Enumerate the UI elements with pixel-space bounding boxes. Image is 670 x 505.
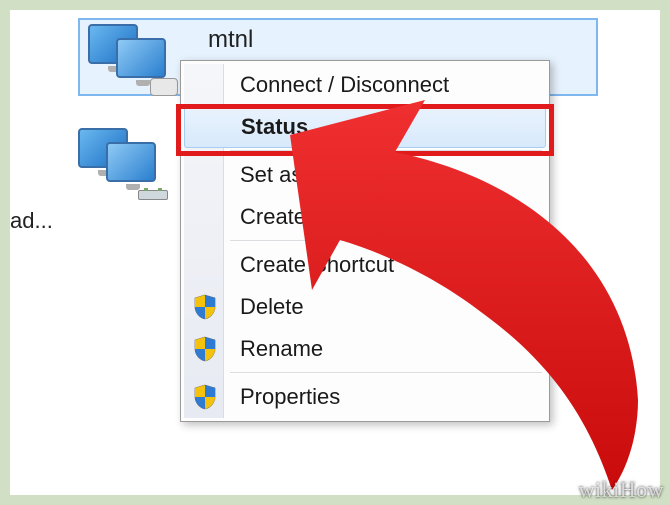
uac-shield-icon xyxy=(194,336,216,362)
menu-item-delete[interactable]: Delete xyxy=(184,286,546,328)
dialup-connection-icon xyxy=(88,24,174,92)
menu-item-create-shortcut[interactable]: Create Shortcut xyxy=(184,244,546,286)
menu-item-rename[interactable]: Rename xyxy=(184,328,546,370)
connection-name: mtnl xyxy=(208,26,253,54)
uac-shield-icon xyxy=(194,384,216,410)
menu-separator xyxy=(230,150,542,152)
menu-item-label: Status xyxy=(241,114,308,140)
menu-item-set-as-default[interactable]: Set as Default xyxy=(184,154,546,196)
explorer-window: mtnl ad... Connect / Disconnect Status Set… xyxy=(10,10,660,495)
menu-item-label: Properties xyxy=(240,384,340,410)
menu-item-properties[interactable]: Properties xyxy=(184,376,546,418)
menu-separator xyxy=(230,372,542,374)
menu-separator xyxy=(230,240,542,242)
lan-connection-icon xyxy=(78,128,164,196)
menu-item-status[interactable]: Status xyxy=(184,106,546,148)
menu-item-label: Rename xyxy=(240,336,323,362)
menu-item-label: Set as Default xyxy=(240,162,378,188)
uac-shield-icon xyxy=(194,294,216,320)
watermark: wikiHow xyxy=(579,477,664,503)
menu-item-label: Create Shortcut xyxy=(240,252,394,278)
truncated-label: ad... xyxy=(10,208,53,234)
context-menu: Connect / Disconnect Status Set as Default… xyxy=(180,60,550,422)
menu-item-connect-disconnect[interactable]: Connect / Disconnect xyxy=(184,64,546,106)
menu-item-create-copy[interactable]: Create Copy xyxy=(184,196,546,238)
menu-item-label: Delete xyxy=(240,294,304,320)
menu-item-label: Create Copy xyxy=(240,204,364,230)
menu-item-label: Connect / Disconnect xyxy=(240,72,449,98)
